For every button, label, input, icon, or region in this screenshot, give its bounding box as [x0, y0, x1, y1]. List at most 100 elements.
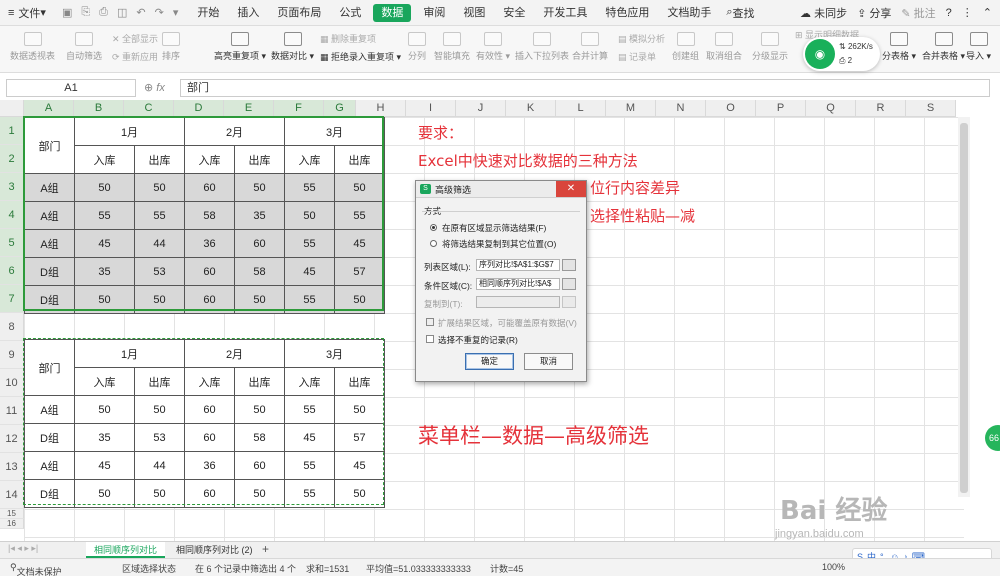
radio-in-place[interactable] [430, 224, 437, 231]
table1-cell[interactable]: 36 [184, 229, 235, 258]
col-header-A[interactable]: A [24, 100, 74, 117]
list-range-picker-icon[interactable] [562, 259, 576, 271]
name-box[interactable]: A1 [6, 79, 136, 97]
collab-button[interactable]: ✎ 批注 [901, 5, 935, 21]
count-status[interactable]: 计数=45 [490, 562, 523, 575]
more-options-icon[interactable]: ⋮ [962, 6, 973, 19]
table2-sub-header[interactable]: 入库 [74, 367, 135, 396]
table1-cell[interactable]: 35 [74, 257, 135, 286]
table1-sub-header[interactable]: 入库 [74, 145, 135, 174]
col-header-I[interactable]: I [406, 100, 456, 117]
col-header-S[interactable]: S [906, 100, 956, 117]
table1-cell[interactable]: 60 [184, 257, 235, 286]
table1-sub-header[interactable]: 入库 [284, 145, 335, 174]
table1-month-header[interactable]: 1月 [74, 117, 185, 146]
table2-cell[interactable]: 50 [134, 479, 185, 508]
scroll-thumb[interactable] [960, 123, 968, 493]
table2-sub-header[interactable]: 入库 [184, 367, 235, 396]
row-header-8[interactable]: 8 [0, 313, 24, 341]
table2-cell[interactable]: 45 [74, 451, 135, 480]
auto-filter-button[interactable]: 自动筛选 [66, 32, 102, 62]
text-to-columns-button[interactable]: 分列 [408, 32, 426, 62]
table2-cell[interactable]: 53 [134, 423, 185, 452]
row-header-5[interactable]: 5 [0, 229, 24, 257]
col-header-R[interactable]: R [856, 100, 906, 117]
row-header-4[interactable]: 4 [0, 201, 24, 229]
col-header-K[interactable]: K [506, 100, 556, 117]
table1-cell[interactable]: 50 [234, 285, 285, 314]
row-header-7[interactable]: 7 [0, 285, 24, 313]
table2-cell[interactable]: 45 [334, 451, 385, 480]
table2-cell[interactable]: 44 [134, 451, 185, 480]
tab-1[interactable]: 插入 [228, 0, 268, 26]
network-speed-widget[interactable]: ◉ ⇅ 262K/s ⎙ 2 [803, 37, 880, 71]
table2-cell[interactable]: 60 [234, 451, 285, 480]
table1-cell[interactable]: A组 [24, 201, 75, 230]
list-range-input[interactable]: 序列对比!$A$1:$G$7 [476, 259, 560, 271]
table1-month-header[interactable]: 3月 [284, 117, 385, 146]
tab-9[interactable]: 特色应用 [596, 0, 658, 26]
table2-cell[interactable]: 50 [334, 479, 385, 508]
record-sheet-button[interactable]: ▤ 记录单 [618, 50, 656, 63]
remove-duplicates-button[interactable]: ▦ 删除重复项 [320, 32, 376, 45]
ok-button[interactable]: 确定 [465, 353, 514, 370]
table1-sub-header[interactable]: 出库 [134, 145, 185, 174]
merge-table-button[interactable]: 合并表格 ▾ [922, 32, 965, 62]
table1-cell[interactable]: 50 [334, 285, 385, 314]
search-box[interactable]: ⌕ 查找 [720, 5, 754, 21]
row-header-2[interactable]: 2 [0, 145, 24, 173]
zoom-level[interactable]: 100% [822, 562, 845, 572]
table1-cell[interactable]: 55 [284, 173, 335, 202]
table2-month-header[interactable]: 3月 [284, 339, 385, 368]
table1-cell[interactable]: 53 [134, 257, 185, 286]
show-all-button[interactable]: ✕ 全部显示 [112, 32, 158, 45]
table1-cell[interactable]: 57 [334, 257, 385, 286]
row-header-12[interactable]: 12 [0, 425, 24, 453]
col-header-J[interactable]: J [456, 100, 506, 117]
table1-month-header[interactable]: 2月 [184, 117, 285, 146]
share-button[interactable]: ⇪ 分享 [857, 5, 891, 21]
table1-cell[interactable]: 50 [284, 201, 335, 230]
table2-month-header[interactable]: 1月 [74, 339, 185, 368]
help-icon[interactable]: ? [946, 7, 952, 19]
table2-cell[interactable]: 60 [184, 423, 235, 452]
col-header-N[interactable]: N [656, 100, 706, 117]
col-header-E[interactable]: E [224, 100, 274, 117]
table1-cell[interactable]: 55 [334, 201, 385, 230]
consolidate-button[interactable]: 合并计算 [572, 32, 608, 62]
table1-cell[interactable]: 55 [284, 229, 335, 258]
table1-cell[interactable]: 44 [134, 229, 185, 258]
table1-cell[interactable]: D组 [24, 257, 75, 286]
fx-icon[interactable]: fx [156, 82, 165, 94]
table2-cell[interactable]: 55 [284, 395, 335, 424]
group-button[interactable]: 创建组 [672, 32, 699, 62]
file-menu[interactable]: ≡ 文件 ▾ [0, 0, 52, 26]
sum-status[interactable]: 求和=1531 [306, 562, 349, 575]
row-header-13[interactable]: 13 [0, 453, 24, 481]
table2-cell[interactable]: 55 [284, 479, 335, 508]
col-header-M[interactable]: M [606, 100, 656, 117]
ungroup-button[interactable]: 取消组合 [706, 32, 742, 62]
table2-cell[interactable]: A组 [24, 395, 75, 424]
split-table-button[interactable]: 分表格 ▾ [882, 32, 916, 62]
collapse-ribbon-icon[interactable]: ⌃ [983, 6, 992, 19]
row-header-6[interactable]: 6 [0, 257, 24, 285]
sync-button[interactable]: ☁ 未同步 [800, 5, 847, 21]
table1-cell[interactable]: 50 [74, 285, 135, 314]
table1-cell[interactable]: 55 [134, 201, 185, 230]
reapply-button[interactable]: ⟳ 重新应用 [112, 50, 158, 63]
pivot-table-button[interactable]: 数据透视表 [10, 32, 55, 62]
criteria-range-picker-icon[interactable] [562, 278, 576, 290]
table2-cell[interactable]: 55 [284, 451, 335, 480]
col-header-O[interactable]: O [706, 100, 756, 117]
radio-copy-elsewhere[interactable] [430, 240, 437, 247]
row-header-1[interactable]: 1 [0, 117, 24, 145]
zoom-icon[interactable]: ⊕ [144, 82, 153, 94]
select-all-corner[interactable] [0, 100, 24, 117]
tab-7[interactable]: 安全 [494, 0, 534, 26]
table1-dept-header[interactable]: 部门 [24, 117, 75, 174]
col-header-P[interactable]: P [756, 100, 806, 117]
close-icon[interactable]: ✕ [556, 181, 586, 197]
save-icon[interactable]: ▣ [62, 6, 72, 19]
vertical-scrollbar[interactable] [958, 117, 970, 497]
